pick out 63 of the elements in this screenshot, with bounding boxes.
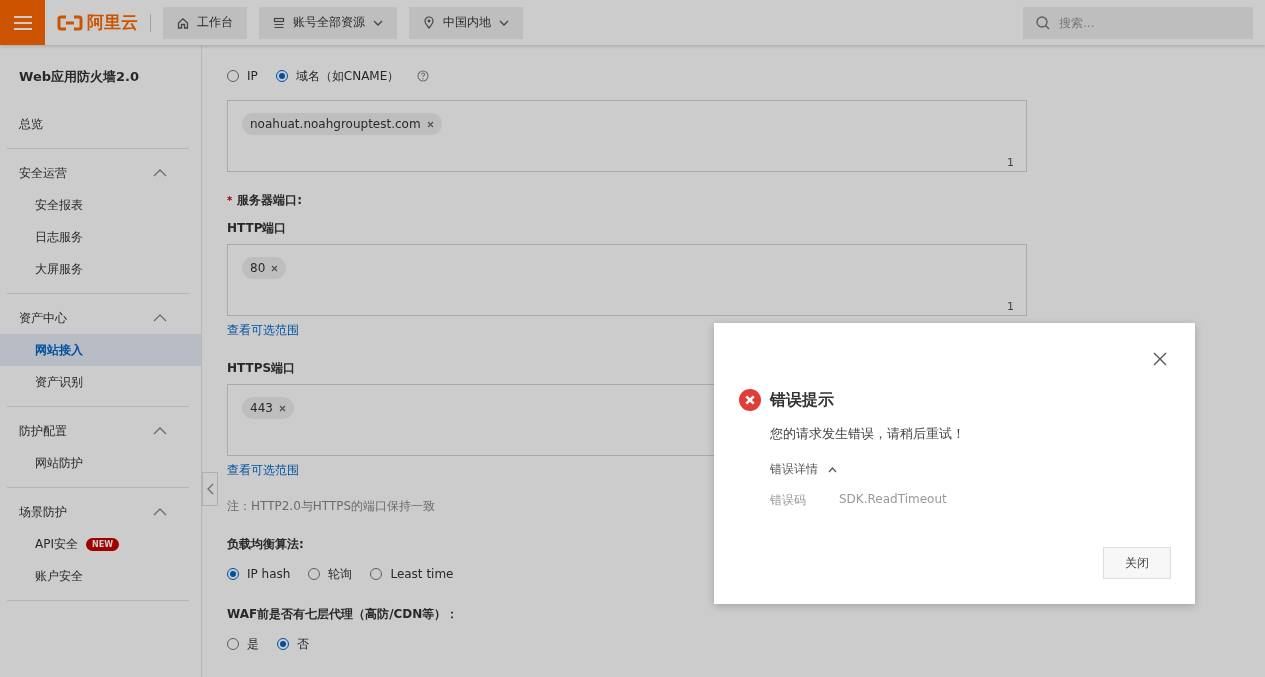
sidebar-item[interactable]: 账户安全 — [0, 560, 201, 592]
product-title: Web应用防火墙2.0 — [18, 68, 141, 86]
radio-option[interactable]: Least time — [370, 567, 454, 581]
detail-label: 错误码 — [770, 492, 806, 509]
chevron-left-icon — [206, 483, 214, 495]
radio-option[interactable]: 域名（如CNAME） — [275, 67, 400, 85]
remove-icon — [278, 404, 286, 412]
field-label: 负载均衡算法: — [227, 535, 304, 553]
radio-option[interactable]: IP — [227, 69, 258, 83]
home-icon — [177, 16, 189, 29]
required-marker: * — [227, 194, 233, 206]
error-message: 您的请求发生错误，请稍后重试！ — [770, 425, 966, 443]
sidebar-item[interactable]: 网站接入 — [0, 334, 201, 366]
sidebar-item[interactable]: API安全 NEW — [0, 528, 201, 560]
sidebar-item[interactable]: 日志服务 — [0, 221, 201, 253]
field-label: HTTP端口 — [227, 219, 287, 237]
nav-button[interactable]: 工作台 — [163, 6, 247, 39]
location-pin-icon — [423, 16, 435, 29]
tag-count: 1 — [1007, 300, 1014, 313]
sidebar-group-header[interactable]: 防护配置 — [7, 415, 189, 447]
radio-option[interactable]: 否 — [277, 635, 309, 653]
details-toggle[interactable]: 错误详情 — [770, 461, 837, 478]
tag-input-field[interactable]: noahuat.noahgrouptest.com 1 — [227, 100, 1027, 172]
detail-value: SDK.ReadTimeout — [839, 492, 947, 508]
nav-button[interactable]: 中国内地 — [409, 6, 523, 39]
collapse-handle[interactable] — [202, 472, 218, 506]
close-dialog-button[interactable]: 关闭 — [1103, 547, 1171, 579]
range-link[interactable]: 查看可选范围 — [227, 323, 299, 337]
field-label: 服务器端口: — [237, 191, 303, 209]
field-label: WAF前是否有七层代理（高防/CDN等）： — [227, 605, 459, 623]
sidebar-item[interactable]: 网站防护 — [0, 447, 201, 479]
sidebar-group-header[interactable]: 安全运营 — [7, 157, 189, 189]
tag-input-field[interactable]: 80 1 — [227, 244, 1027, 316]
nav-button[interactable]: 账号全部资源 — [259, 6, 397, 39]
range-link[interactable]: 查看可选范围 — [227, 463, 299, 477]
tag-chip[interactable]: noahuat.noahgrouptest.com — [242, 113, 442, 135]
radio-option[interactable]: 轮询 — [308, 565, 353, 583]
close-button[interactable] — [1153, 352, 1167, 366]
tag-count: 1 — [1007, 156, 1014, 169]
note-text: 注：HTTP2.0与HTTPS的端口保持一致 — [227, 499, 436, 513]
error-icon — [739, 389, 761, 411]
radio-option[interactable]: IP hash — [227, 567, 291, 581]
tag-chip[interactable]: 80 — [242, 257, 287, 279]
search-field[interactable]: 搜索... — [1023, 6, 1253, 39]
sidebar-item[interactable]: 资产识别 — [0, 366, 201, 398]
radio-option[interactable]: 是 — [227, 635, 259, 653]
new-badge: NEW — [86, 537, 119, 551]
dialog-title: 错误提示 — [770, 389, 834, 411]
stack-icon — [273, 16, 285, 29]
field-label: HTTPS端口 — [227, 359, 296, 377]
menu-button[interactable] — [0, 0, 45, 45]
sidebar-group-header[interactable]: 总览 — [7, 108, 189, 140]
sidebar-item[interactable]: 安全报表 — [0, 189, 201, 221]
tag-chip[interactable]: 443 — [242, 397, 294, 419]
menu-icon — [12, 14, 33, 31]
sidebar-group-header[interactable]: 场景防护 — [7, 496, 189, 528]
sidebar-group-header[interactable]: 资产中心 — [7, 302, 189, 334]
remove-icon — [271, 264, 279, 272]
remove-icon — [426, 120, 434, 128]
close-icon — [1153, 352, 1167, 366]
bracket-logo-icon — [57, 14, 83, 31]
sidebar-item[interactable]: 大屏服务 — [0, 253, 201, 285]
search-icon — [1036, 15, 1050, 30]
